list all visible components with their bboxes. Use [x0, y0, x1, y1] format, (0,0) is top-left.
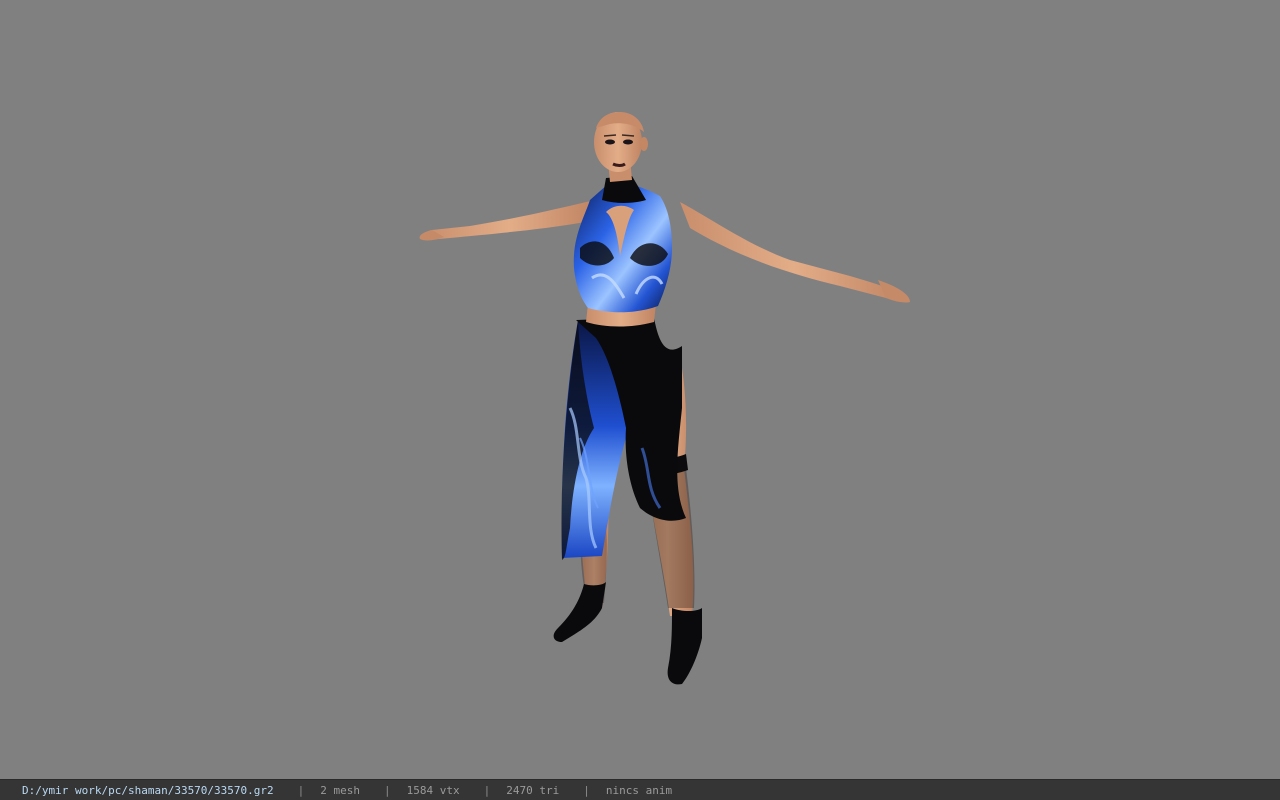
3d-viewport[interactable]	[0, 0, 1280, 779]
right-arm	[680, 202, 910, 303]
animation-status: nincs anim	[605, 783, 673, 797]
separator: |	[384, 783, 391, 797]
status-bar: D:/ymir work/pc/shaman/33570/33570.gr2 |…	[0, 779, 1280, 800]
vertex-count: 1584 vtx	[406, 783, 460, 797]
left-arm	[419, 200, 595, 241]
mesh-count: 2 mesh	[320, 783, 361, 797]
top	[573, 176, 672, 313]
separator: |	[297, 783, 305, 797]
head	[594, 112, 648, 182]
character-model	[419, 112, 910, 685]
separator: |	[483, 783, 491, 797]
file-path: D:/ymir work/pc/shaman/33570/33570.gr2	[22, 783, 274, 797]
triangle-count: 2470 tri	[506, 783, 560, 797]
separator: |	[583, 783, 590, 797]
